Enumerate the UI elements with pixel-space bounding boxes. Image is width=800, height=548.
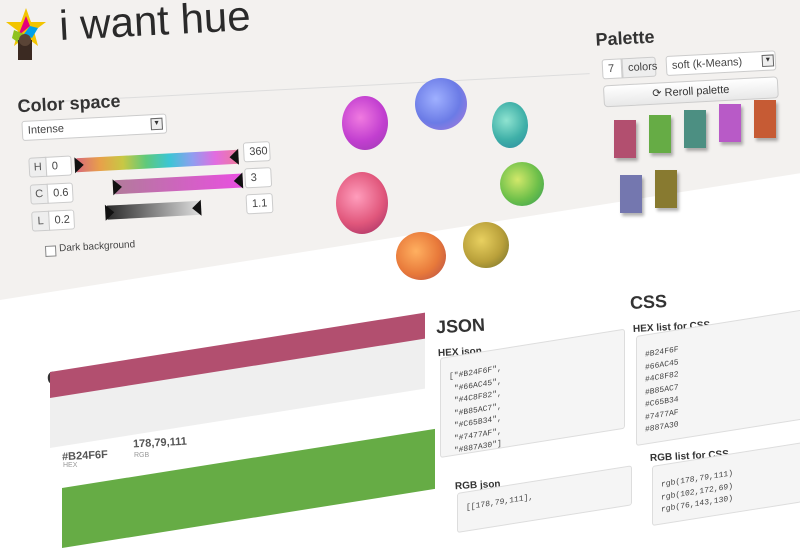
palette-swatch-6[interactable]	[620, 175, 642, 213]
palette-mode-select[interactable]: soft (k-Means)	[665, 50, 777, 77]
color-space-title: Color space	[17, 90, 122, 117]
cluster-teal	[492, 102, 528, 148]
chevron-down-icon[interactable]: ▼	[761, 54, 775, 68]
palette-count-input[interactable]: 7	[601, 58, 623, 80]
cluster-rose	[336, 172, 388, 234]
color-space-panel: Color space Intense ▼ H 0 360 C 0.6 3 L …	[0, 0, 315, 300]
h-min-input[interactable]: 0	[45, 155, 73, 177]
preset-select[interactable]: Intense	[21, 113, 168, 142]
preset-select-value: Intense	[27, 122, 65, 137]
palette-swatch-7[interactable]	[655, 170, 677, 208]
lightness-slider-track[interactable]	[106, 200, 202, 220]
c-min-input[interactable]: 0.6	[46, 182, 74, 204]
css-title: CSS	[629, 291, 668, 313]
palette-swatch-4[interactable]	[719, 104, 741, 142]
reroll-palette-button[interactable]: ⟳ Reroll palette	[602, 76, 779, 108]
reroll-palette-label: Reroll palette	[664, 83, 730, 100]
color-1-rgb-label: RGB	[134, 452, 150, 459]
dark-background-checkbox[interactable]	[44, 245, 57, 257]
chevron-down-icon[interactable]: ▼	[150, 117, 164, 131]
palette-swatch-3[interactable]	[684, 110, 706, 148]
hue-slider-max-handle[interactable]	[229, 148, 239, 166]
l-min-input[interactable]: 0.2	[48, 209, 76, 231]
rgb-json-line-1: [[178,79,111],	[466, 492, 534, 513]
c-max-input[interactable]: 3	[244, 167, 273, 189]
lightness-slider-max-handle[interactable]	[191, 199, 202, 217]
json-title: JSON	[435, 314, 486, 338]
palette-mode-value: soft (k-Means)	[671, 56, 743, 72]
color-1-hex-label: HEX	[63, 462, 78, 469]
lightness-slider-min-handle[interactable]	[104, 204, 115, 221]
cluster-pink	[342, 96, 388, 150]
hex-list-line-7: #887A30	[645, 420, 679, 435]
cluster-green	[500, 162, 544, 206]
palette-title: Palette	[594, 26, 655, 50]
palette-swatch-2[interactable]	[649, 115, 671, 153]
chroma-slider-max-handle[interactable]	[233, 172, 244, 190]
l-max-input[interactable]: 1.1	[245, 193, 274, 215]
palette-swatch-5[interactable]	[754, 100, 776, 138]
rgb-json-code[interactable]: [[178,79,111],	[457, 465, 632, 533]
palette-swatch-1[interactable]	[614, 120, 636, 158]
cluster-orange	[396, 232, 446, 280]
h-max-input[interactable]: 360	[242, 141, 271, 163]
palette-count-unit: colors	[621, 56, 658, 79]
cluster-blue	[415, 78, 467, 130]
hue-slider-track[interactable]	[76, 149, 239, 173]
chroma-slider-min-handle[interactable]	[112, 178, 123, 196]
hue-slider-min-handle[interactable]	[74, 156, 85, 174]
color-cluster-plot	[330, 70, 560, 280]
chroma-slider-track[interactable]	[114, 173, 244, 195]
refresh-icon: ⟳	[652, 87, 662, 100]
dark-background-label: Dark background	[58, 239, 136, 255]
cluster-olive	[463, 222, 509, 268]
